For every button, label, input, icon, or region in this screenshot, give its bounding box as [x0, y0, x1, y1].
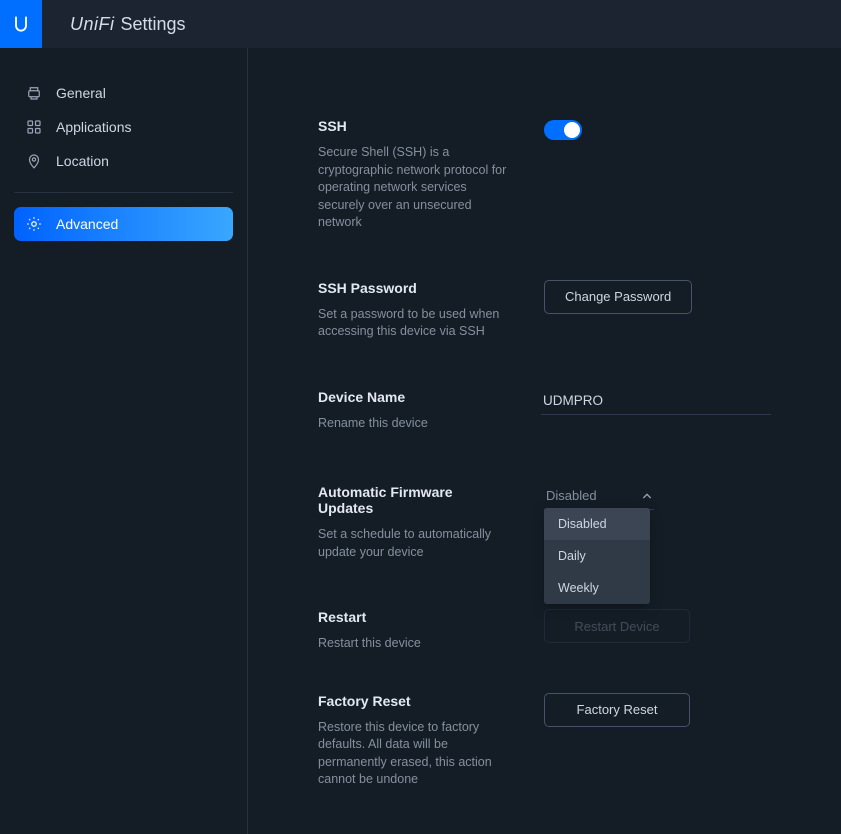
restart-device-button[interactable]: Restart Device: [544, 609, 690, 643]
unifi-logo-icon: [11, 13, 31, 35]
setting-ssh: SSH Secure Shell (SSH) is a cryptographi…: [318, 118, 771, 232]
fw-title: Automatic Firmware Updates: [318, 484, 508, 516]
sidebar-item-label: Advanced: [56, 216, 118, 232]
ssh-toggle[interactable]: [544, 120, 582, 140]
setting-device-name: Device Name Rename this device: [318, 389, 771, 433]
setting-firmware-updates: Automatic Firmware Updates Set a schedul…: [318, 484, 771, 561]
restart-title: Restart: [318, 609, 508, 625]
toggle-knob: [564, 122, 580, 138]
dropdown-option-daily[interactable]: Daily: [544, 540, 650, 572]
devname-title: Device Name: [318, 389, 505, 405]
factory-title: Factory Reset: [318, 693, 508, 709]
main-content: SSH Secure Shell (SSH) is a cryptographi…: [248, 48, 841, 834]
device-name-input[interactable]: [541, 389, 771, 415]
brand-product: UniFi: [70, 14, 115, 35]
topbar: UniFi Settings: [0, 0, 841, 48]
setting-restart: Restart Restart this device Restart Devi…: [318, 609, 771, 653]
dropdown-selected[interactable]: Disabled: [544, 484, 654, 510]
factory-reset-button[interactable]: Factory Reset: [544, 693, 690, 727]
dropdown-option-weekly[interactable]: Weekly: [544, 572, 650, 604]
sidebar-item-applications[interactable]: Applications: [14, 110, 233, 144]
change-password-button[interactable]: Change Password: [544, 280, 692, 314]
setting-ssh-password: SSH Password Set a password to be used w…: [318, 280, 771, 341]
location-pin-icon: [24, 151, 44, 171]
ssh-desc: Secure Shell (SSH) is a cryptographic ne…: [318, 144, 508, 232]
restart-desc: Restart this device: [318, 635, 508, 653]
ssh-title: SSH: [318, 118, 508, 134]
sidebar-item-label: Location: [56, 153, 109, 169]
sidebar: General Applications: [0, 48, 248, 834]
dropdown-menu: Disabled Daily Weekly: [544, 508, 650, 604]
brand-logo[interactable]: [0, 0, 42, 48]
dropdown-option-disabled[interactable]: Disabled: [544, 508, 650, 540]
printer-icon: [24, 83, 44, 103]
sidebar-item-label: Applications: [56, 119, 132, 135]
dropdown-selected-label: Disabled: [546, 488, 597, 503]
sshpw-title: SSH Password: [318, 280, 508, 296]
chevron-up-icon: [642, 491, 652, 501]
sidebar-item-label: General: [56, 85, 106, 101]
fw-desc: Set a schedule to automatically update y…: [318, 526, 508, 561]
sidebar-item-location[interactable]: Location: [14, 144, 233, 178]
brand-section: Settings: [121, 14, 186, 35]
sshpw-desc: Set a password to be used when accessing…: [318, 306, 508, 341]
brand-title: UniFi Settings: [70, 14, 186, 35]
setting-factory-reset: Factory Reset Restore this device to fac…: [318, 693, 771, 789]
firmware-schedule-dropdown[interactable]: Disabled Disabled Daily Weekly: [544, 484, 654, 510]
grid-icon: [24, 117, 44, 137]
factory-desc: Restore this device to factory defaults.…: [318, 719, 508, 789]
sidebar-item-general[interactable]: General: [14, 76, 233, 110]
sidebar-item-advanced[interactable]: Advanced: [14, 207, 233, 241]
devname-desc: Rename this device: [318, 415, 505, 433]
gear-icon: [24, 214, 44, 234]
